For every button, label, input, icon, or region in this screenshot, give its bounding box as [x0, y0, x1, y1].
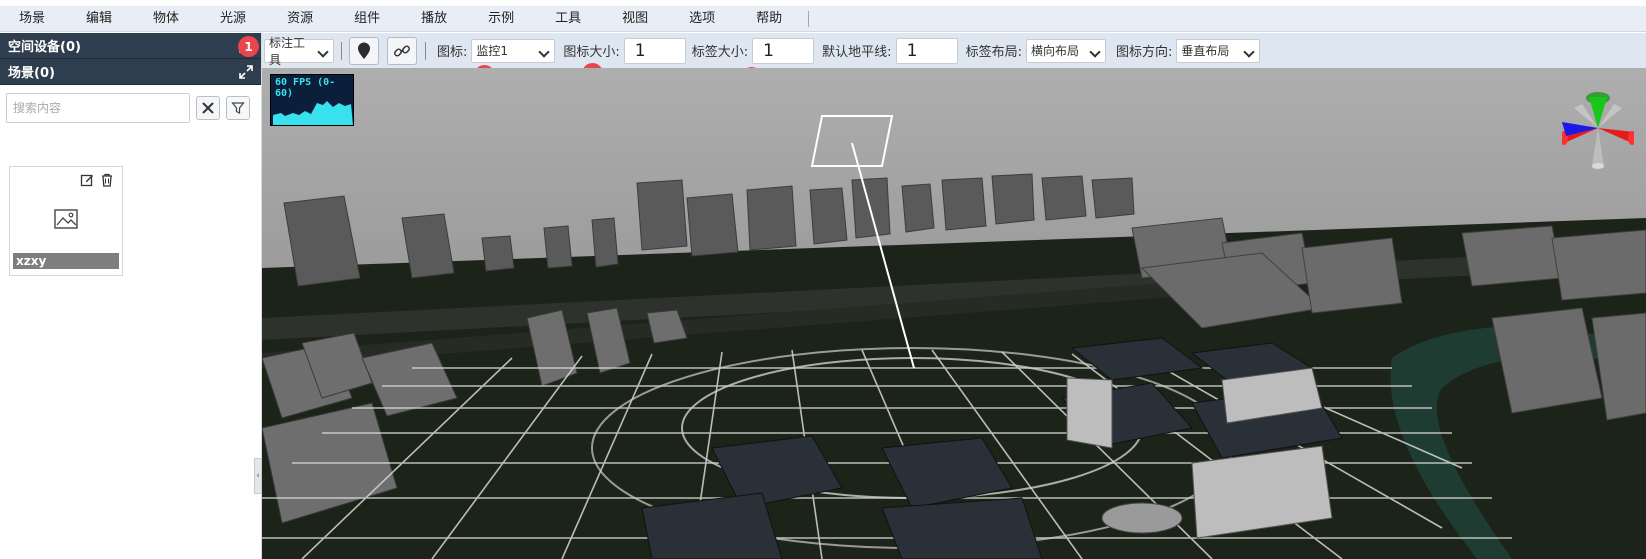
menu-view[interactable]: 视图: [603, 6, 670, 32]
close-icon: [202, 102, 214, 114]
icon-label: 图标:: [437, 45, 468, 60]
step-badge-1: 1: [238, 36, 259, 57]
filter-icon: [231, 102, 245, 114]
app-window: 场景 编辑 物体 光源 资源 组件 播放 示例 工具 视图 选项 帮助 空间设备…: [0, 0, 1646, 559]
city-scene: [262, 68, 1646, 559]
toolbar-separator: [341, 41, 342, 60]
menu-resource[interactable]: 资源: [268, 6, 335, 32]
trash-icon[interactable]: [100, 173, 114, 187]
menu-separator: [808, 10, 810, 27]
link-button[interactable]: [387, 36, 417, 65]
default-horizon-input[interactable]: 1: [895, 37, 958, 64]
sidebar: 空间设备(0) 场景(0) xzxy: [0, 33, 262, 559]
toolbar-separator: [425, 41, 426, 60]
menu-light[interactable]: 光源: [201, 6, 268, 32]
menu-edit[interactable]: 编辑: [67, 6, 134, 32]
label-size-label: 标签大小:: [691, 45, 749, 60]
search-row: [0, 85, 261, 131]
label-layout-label: 标签布局:: [965, 45, 1022, 60]
tool-select[interactable]: 标注工具: [264, 36, 334, 67]
search-input[interactable]: [6, 93, 190, 123]
fps-counter: 60 FPS (0-60): [270, 74, 354, 126]
place-marker-button[interactable]: [349, 36, 379, 65]
menu-object[interactable]: 物体: [134, 6, 201, 32]
menu-tools[interactable]: 工具: [536, 6, 603, 32]
label-layout-select[interactable]: 横向布局: [1025, 38, 1106, 63]
menu-scene[interactable]: 场景: [0, 6, 67, 32]
annotation-toolbar: 标注工具 图标: 监控1 图标大小: 1 标签大小: 1 默认地平线: 1 标签…: [262, 33, 1646, 68]
menu-options[interactable]: 选项: [670, 6, 737, 32]
link-icon: [394, 45, 410, 56]
image-icon: [54, 209, 78, 229]
icon-direction-select[interactable]: 垂直布局: [1176, 38, 1261, 63]
panel-title-scene: 场景(0): [8, 66, 55, 81]
3d-viewport[interactable]: 60 FPS (0-60): [262, 68, 1646, 559]
icon-direction-label: 图标方向:: [1115, 45, 1173, 60]
menu-example[interactable]: 示例: [469, 6, 536, 32]
icon-size-label: 图标大小:: [563, 45, 620, 60]
menu-help[interactable]: 帮助: [737, 6, 804, 32]
icon-select[interactable]: 监控1: [471, 38, 556, 63]
menu-play[interactable]: 播放: [402, 6, 469, 32]
scene-card[interactable]: xzxy: [9, 166, 123, 276]
panel-spatial-devices[interactable]: 空间设备(0): [0, 33, 261, 59]
menu-bar: 场景 编辑 物体 光源 资源 组件 播放 示例 工具 视图 选项 帮助: [0, 6, 1646, 32]
panel-title-spatial-devices: 空间设备(0): [8, 40, 81, 55]
edit-icon[interactable]: [80, 173, 94, 187]
label-size-input[interactable]: 1: [752, 37, 815, 64]
card-tools: [80, 173, 114, 187]
panel-scene[interactable]: 场景(0): [0, 59, 261, 85]
navigation-gizmo[interactable]: [1562, 80, 1634, 170]
sidebar-collapse-handle[interactable]: ‹: [254, 458, 262, 494]
expand-icon[interactable]: [239, 64, 253, 79]
card-label: xzxy: [13, 253, 119, 269]
menu-component[interactable]: 组件: [335, 6, 402, 32]
default-horizon-label: 默认地平线:: [822, 45, 892, 60]
icon-size-input[interactable]: 1: [623, 37, 686, 64]
clear-search-button[interactable]: [196, 96, 220, 120]
filter-button[interactable]: [226, 96, 250, 120]
map-pin-icon: [358, 42, 370, 59]
fps-graph: [273, 101, 353, 125]
